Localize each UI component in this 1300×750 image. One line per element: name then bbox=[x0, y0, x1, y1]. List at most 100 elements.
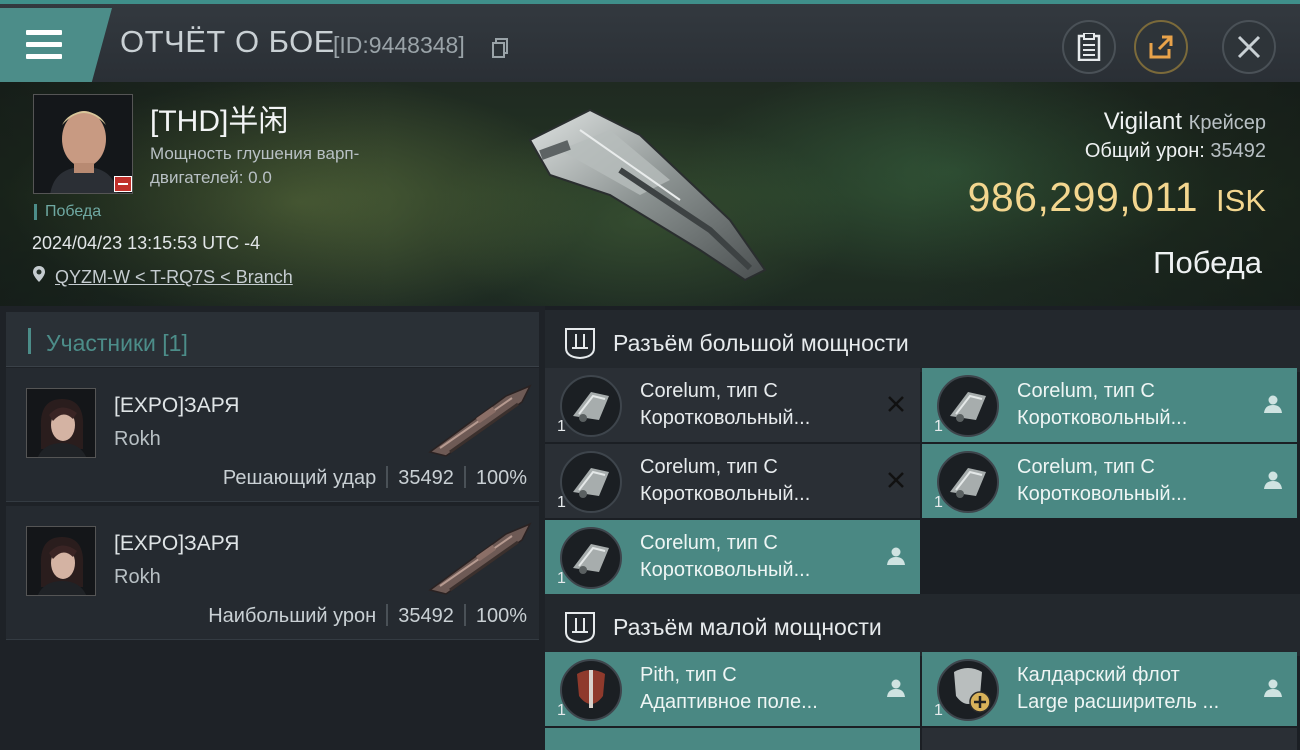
module-type: Коротковольный... bbox=[640, 407, 811, 429]
slot-quantity: 1 bbox=[557, 570, 566, 587]
module-name: Corelum, тип C bbox=[640, 456, 778, 478]
module-icon bbox=[560, 451, 622, 513]
person-icon bbox=[1264, 395, 1282, 413]
clipboard-icon bbox=[1077, 33, 1101, 61]
fitting-slot[interactable]: 1 Калдарский флот Large расширитель ... bbox=[922, 652, 1297, 726]
module-icon bbox=[560, 375, 622, 437]
hostile-badge bbox=[114, 176, 132, 192]
fitting-slot[interactable]: 1 Pith, тип C Адаптивное поле... bbox=[545, 652, 920, 726]
module-icon bbox=[937, 451, 999, 513]
participants-title: Участники [1] bbox=[46, 330, 188, 356]
isk-value: 986,299,011 ISK bbox=[968, 174, 1266, 221]
share-button[interactable] bbox=[1134, 20, 1188, 74]
participant-row[interactable]: [EXPO]ЗАРЯ Rokh Решающий удар 35492 100% bbox=[6, 368, 539, 502]
close-icon bbox=[1237, 35, 1261, 59]
participant-name[interactable]: [EXPO]ЗАРЯ bbox=[114, 532, 239, 556]
report-id: [ID:9448348] bbox=[333, 32, 465, 58]
battle-result: Победа bbox=[1153, 245, 1262, 280]
participant-ship: Rokh bbox=[114, 428, 161, 450]
high-slot-title: Разъём большой мощности bbox=[613, 330, 909, 356]
fitting-slot[interactable]: 1 Corelum, тип C Коротковольный... bbox=[545, 520, 920, 594]
slot-quantity: 1 bbox=[934, 418, 943, 435]
header-bar: ОТЧЁТ О БОЕ [ID:9448348] bbox=[0, 4, 1300, 82]
cross-icon bbox=[888, 396, 904, 412]
module-type: Large расширитель ... bbox=[1017, 691, 1220, 713]
kill-datetime: 2024/04/23 13:15:53 UTC -4 bbox=[32, 233, 261, 253]
module-type: Адаптивное поле... bbox=[640, 691, 818, 713]
slot-quantity: 1 bbox=[557, 418, 566, 435]
fitting-slot-icon bbox=[565, 328, 595, 360]
cross-icon bbox=[888, 472, 904, 488]
slot-quantity: 1 bbox=[557, 494, 566, 511]
participant-row[interactable]: [EXPO]ЗАРЯ Rokh Наибольший урон 35492 100% bbox=[6, 506, 539, 640]
fitting-slot[interactable]: 1 Corelum, тип C Коротковольный... bbox=[922, 444, 1297, 518]
ship-name: Vigilant bbox=[1103, 108, 1182, 135]
participants-header[interactable]: Участники [1] bbox=[6, 312, 539, 367]
fitting-slot[interactable]: 1 Corelum, тип C Коротковольный... bbox=[922, 368, 1297, 442]
low-slot-title: Разъём малой мощности bbox=[613, 614, 882, 640]
module-type: Коротковольный... bbox=[1017, 407, 1188, 429]
victim-ship-image[interactable] bbox=[520, 100, 780, 290]
menu-button[interactable] bbox=[0, 8, 112, 82]
page-title: ОТЧЁТ О БОЕ bbox=[120, 24, 335, 59]
participant-role: Решающий удар bbox=[222, 467, 377, 489]
fitting-slot[interactable]: 1 Corelum, тип C Коротковольный... bbox=[545, 444, 920, 518]
fitting-panel: Разъём большой мощности 1 Corelum, тип C… bbox=[545, 306, 1300, 750]
participant-percent: 100% bbox=[475, 605, 527, 627]
participant-stats: Наибольший урон 35492 100% bbox=[208, 604, 527, 628]
fitting-slot[interactable]: 1 Corelum, тип C Коротковольный... bbox=[545, 368, 920, 442]
module-name: Corelum, тип C bbox=[640, 380, 778, 402]
module-icon bbox=[560, 527, 622, 589]
high-slot-header: Разъём большой мощности bbox=[545, 310, 1300, 372]
fitting-slot-icon bbox=[565, 612, 595, 644]
module-type: Коротковольный... bbox=[1017, 483, 1188, 505]
close-button[interactable] bbox=[1222, 20, 1276, 74]
map-pin-icon bbox=[33, 266, 45, 282]
module-icon bbox=[560, 659, 622, 721]
fitting-slot[interactable] bbox=[545, 728, 920, 750]
module-name: Калдарский флот bbox=[1017, 664, 1180, 686]
location-link[interactable]: QYZM-W < T-RQ7S < Branch bbox=[55, 267, 293, 288]
participant-damage: 35492 bbox=[398, 605, 454, 627]
module-name: Pith, тип C bbox=[640, 664, 737, 686]
fitting-slot[interactable] bbox=[922, 728, 1297, 750]
participant-stats: Решающий удар 35492 100% bbox=[223, 466, 527, 490]
module-type: Коротковольный... bbox=[640, 483, 811, 505]
result-tag: Победа bbox=[34, 204, 101, 220]
participant-avatar[interactable] bbox=[26, 526, 96, 596]
accent-bar bbox=[28, 328, 31, 354]
victim-ship[interactable]: Vigilant Крейсер bbox=[1104, 108, 1266, 136]
module-type: Коротковольный... bbox=[640, 559, 811, 581]
total-damage-label: Общий урон: bbox=[1084, 140, 1205, 162]
participant-ship-image[interactable] bbox=[426, 520, 536, 596]
total-damage: Общий урон: 35492 bbox=[1085, 140, 1266, 163]
module-name: Corelum, тип C bbox=[640, 532, 778, 554]
slot-quantity: 1 bbox=[934, 702, 943, 719]
ship-class: Крейсер bbox=[1188, 112, 1266, 134]
participant-ship: Rokh bbox=[114, 566, 161, 588]
slot-quantity: 1 bbox=[934, 494, 943, 511]
share-icon bbox=[1149, 35, 1173, 59]
clipboard-button[interactable] bbox=[1062, 20, 1116, 74]
participant-percent: 100% bbox=[475, 467, 527, 489]
participant-name[interactable]: [EXPO]ЗАРЯ bbox=[114, 394, 239, 418]
module-name: Corelum, тип C bbox=[1017, 380, 1155, 402]
module-name: Corelum, тип C bbox=[1017, 456, 1155, 478]
module-icon bbox=[937, 659, 999, 721]
person-icon bbox=[887, 547, 905, 565]
person-icon bbox=[1264, 471, 1282, 489]
participant-role: Наибольший урон bbox=[208, 605, 377, 627]
copy-icon[interactable] bbox=[492, 38, 510, 58]
total-damage-value: 35492 bbox=[1210, 140, 1266, 162]
warp-scramble-strength: Мощность глушения варп-двигателей: 0.0 bbox=[150, 144, 360, 187]
module-icon bbox=[937, 375, 999, 437]
person-icon bbox=[1264, 679, 1282, 697]
victim-summary: [THD]半闲 Мощность глушения варп-двигателе… bbox=[0, 82, 1300, 306]
isk-amount: 986,299,011 bbox=[967, 174, 1199, 220]
person-icon bbox=[887, 679, 905, 697]
participants-panel: Участники [1] [EXPO]ЗАРЯ Rokh Решающий у… bbox=[0, 306, 545, 750]
participant-avatar[interactable] bbox=[26, 388, 96, 458]
participant-ship-image[interactable] bbox=[426, 382, 536, 458]
participant-damage: 35492 bbox=[398, 467, 454, 489]
victim-name[interactable]: [THD]半闲 bbox=[150, 96, 288, 140]
